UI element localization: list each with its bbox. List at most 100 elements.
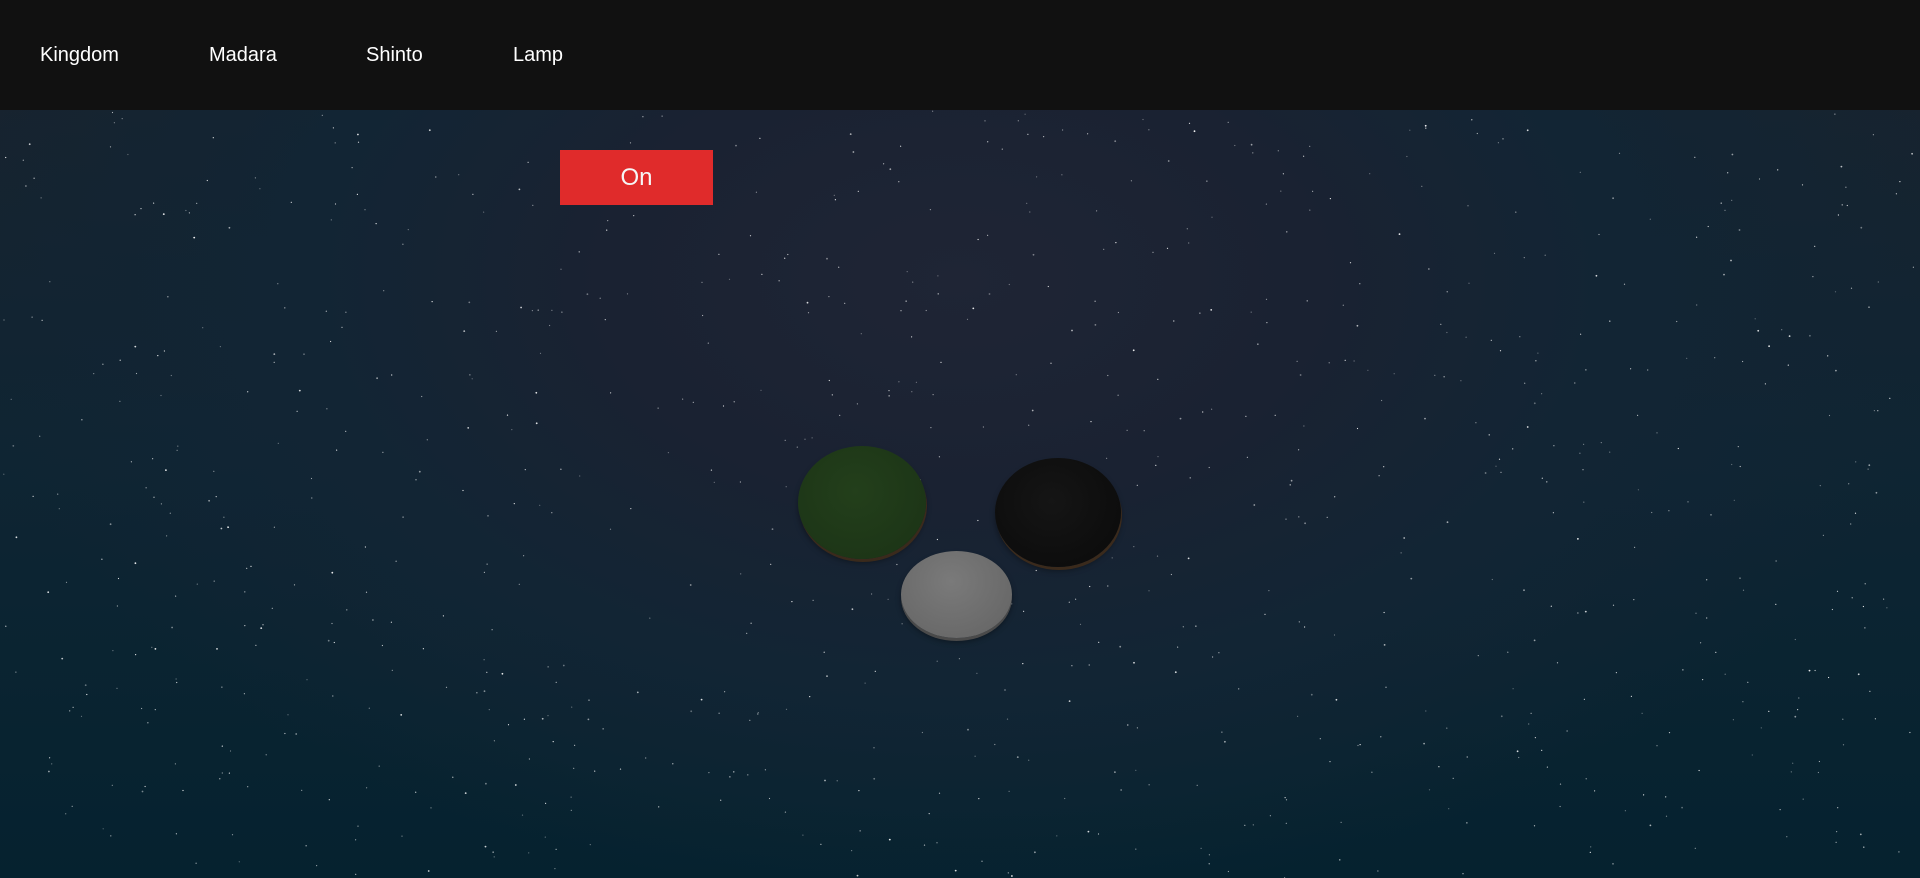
star [1282, 173, 1284, 175]
star [472, 193, 474, 195]
star [86, 693, 88, 696]
green-disc[interactable] [798, 446, 926, 559]
star [1398, 233, 1401, 235]
star [1742, 360, 1744, 363]
star [1909, 731, 1911, 734]
star [1488, 434, 1490, 436]
star [1460, 380, 1462, 382]
star [341, 326, 343, 328]
star [216, 648, 218, 650]
nav-item-shinto[interactable]: Shinto [366, 43, 423, 67]
star [153, 496, 155, 498]
nav-item-kingdom[interactable]: Kingdom [40, 43, 119, 67]
black-disc[interactable] [995, 458, 1121, 567]
star [1899, 181, 1901, 183]
star [1107, 585, 1109, 587]
star [321, 114, 323, 116]
star [1556, 662, 1559, 664]
star [1117, 311, 1119, 314]
star [290, 201, 292, 203]
star [539, 352, 542, 354]
star [134, 562, 137, 565]
star [368, 707, 370, 709]
star [1867, 468, 1869, 470]
star [733, 401, 735, 403]
star [1246, 456, 1248, 458]
star [147, 722, 149, 724]
star [527, 161, 529, 163]
star [796, 446, 798, 448]
star [1846, 204, 1848, 207]
star [749, 235, 752, 237]
star [898, 381, 900, 383]
star [1244, 824, 1246, 826]
star [1687, 501, 1689, 503]
star [981, 860, 983, 862]
star [1334, 496, 1336, 498]
star [1533, 639, 1536, 642]
star [1349, 262, 1352, 264]
star [1696, 236, 1698, 238]
star [940, 361, 942, 363]
star [311, 497, 313, 499]
star [839, 414, 841, 416]
star [925, 309, 927, 312]
star [1017, 120, 1019, 122]
star [1448, 808, 1450, 810]
star [69, 710, 71, 712]
star [345, 430, 347, 432]
star [1371, 771, 1373, 773]
grey-disc[interactable] [901, 551, 1012, 638]
star [982, 426, 985, 428]
star [471, 378, 473, 380]
star [1016, 756, 1019, 758]
star [1111, 557, 1113, 559]
star [937, 275, 939, 277]
star [1471, 119, 1473, 121]
star [851, 608, 854, 611]
star [551, 309, 553, 311]
star [1425, 127, 1427, 129]
star [1681, 806, 1683, 809]
star [1840, 165, 1843, 168]
star [707, 342, 709, 344]
star [1530, 712, 1532, 714]
star [1875, 491, 1878, 494]
star [1724, 673, 1726, 675]
star [1831, 608, 1833, 611]
star [1512, 688, 1514, 690]
star [1590, 846, 1592, 848]
star [1868, 306, 1870, 308]
star [1227, 121, 1229, 123]
star [1819, 485, 1821, 487]
star [273, 353, 276, 355]
star [1850, 523, 1852, 525]
star [1130, 180, 1132, 182]
star [244, 625, 246, 627]
on-toggle-button[interactable]: On [560, 150, 713, 205]
star [112, 650, 114, 652]
star [1120, 789, 1122, 791]
star [658, 806, 660, 808]
star [220, 527, 223, 530]
star [1523, 257, 1525, 259]
star [1883, 598, 1885, 600]
star [900, 310, 902, 312]
star [400, 714, 403, 716]
star [888, 395, 890, 397]
star [1114, 771, 1116, 773]
star [642, 116, 644, 118]
star [1333, 634, 1336, 636]
star [1751, 754, 1753, 756]
nav-item-lamp[interactable]: Lamp [513, 43, 563, 67]
nav-item-madara[interactable]: Madara [209, 43, 277, 67]
star [826, 675, 828, 677]
star [1326, 516, 1328, 518]
star [1335, 698, 1338, 701]
star [1068, 700, 1071, 702]
star [1515, 211, 1517, 213]
star [15, 536, 18, 539]
star [1733, 499, 1735, 501]
star [873, 747, 875, 749]
star [1252, 152, 1254, 154]
